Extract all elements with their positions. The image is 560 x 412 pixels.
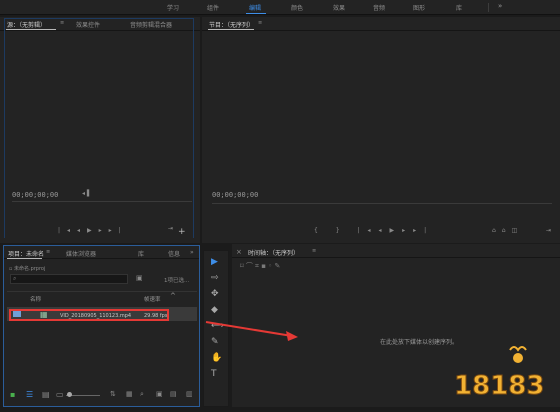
tab-media-browser[interactable]: 媒体浏览器 [66,249,96,258]
icon-view-icon[interactable]: ▤ [42,390,50,399]
workspace-tab-editing[interactable]: 编辑 [249,3,261,12]
pen-tool-icon[interactable]: ✎ [211,337,219,347]
program-monitor-panel: 节目：（无序列） ≡ 00;00;00;00 { } |◂◂▶▸▸| ⌂⌂◫ ⇥ [202,17,560,243]
list-view-icon[interactable]: ☰ [26,390,33,399]
track-select-tool-icon[interactable]: ⇨ [211,273,219,283]
freeform-view-icon[interactable]: ▭ [56,390,64,399]
tab-info[interactable]: 信息 [168,249,180,258]
selection-count: 1项已选... [164,278,190,284]
sort-icons-icon[interactable]: ⇅ [110,390,116,398]
workspace-tab-assembly[interactable]: 组件 [207,3,219,12]
project-panel: 项目：未命名 ≡ 媒体浏览器 库 信息 » ▫ 未命名.prproj ⌕ ▣ 1… [3,245,200,407]
column-header-framerate[interactable]: 帧速率 [144,295,161,303]
tab-libraries[interactable]: 库 [138,249,144,258]
program-panel-title[interactable]: 节目：（无序列） [209,20,254,29]
workspace-tab-graphics[interactable]: 图形 [413,3,425,12]
tab-project[interactable]: 项目：未命名 [8,249,44,258]
new-bin-bottom-icon[interactable]: ▣ [156,390,163,398]
find-icon[interactable]: ⌕ [140,390,144,399]
workspace-tab-color[interactable]: 颜色 [291,3,303,12]
ripple-edit-tool-icon[interactable]: ✥ [211,289,219,299]
tab-more-icon[interactable]: » [190,249,194,256]
program-button-editor-icon[interactable]: ⇥ [546,227,551,234]
workspace-tab-learn[interactable]: 学习 [167,3,179,12]
workspace-bar: 学习 组件 编辑 颜色 效果 音频 图形 库 » [0,0,560,15]
program-menu-icon[interactable]: ≡ [258,20,262,26]
workspace-more-icon[interactable]: » [498,2,502,10]
project-search-input[interactable]: ⌕ [10,274,128,284]
column-divider [7,291,197,292]
project-panel-header: 项目：未命名 ≡ 媒体浏览器 库 信息 » [4,246,199,259]
type-tool-icon[interactable]: T [211,369,217,379]
column-header-name[interactable]: 名称 [30,295,41,303]
source-monitor-focus-frame [4,18,194,238]
hand-tool-icon[interactable]: ✋ [211,353,222,363]
workspace-tab-libraries[interactable]: 库 [456,3,462,12]
project-menu-icon[interactable]: ≡ [46,249,50,255]
selection-highlight-box [9,309,169,321]
lock-icon[interactable]: ▪ [10,390,15,399]
timeline-drop-hint: 在此处放下媒体以创建序列。 [380,339,459,346]
tab-project-underline [7,258,42,259]
program-transport-controls[interactable]: { } |◂◂▶▸▸| [314,227,434,234]
program-time-ruler[interactable] [212,203,552,204]
program-panel-header: 节目：（无序列） ≡ [202,17,560,31]
automate-to-sequence-icon[interactable]: ▦ [126,390,133,398]
sort-ascending-icon[interactable]: ^ [170,292,176,300]
timeline-close-icon[interactable]: × [236,248,242,256]
project-breadcrumb: ▫ 未命名.prproj [9,266,46,272]
search-icon: ⌕ [13,275,17,282]
workspace-tab-effects[interactable]: 效果 [333,3,345,12]
new-bin-icon[interactable]: ▣ [136,274,143,282]
tools-panel: ▶ ⇨ ✥ ◆ ⟷ ✎ ✋ T [203,250,229,407]
timeline-panel-header: × 时间轴：（无序列） ≡ [232,244,560,258]
slip-tool-icon[interactable]: ⟷ [211,321,224,331]
workspace-active-underline [246,13,266,14]
watermark-text: 18183 [454,371,544,401]
trash-icon[interactable]: ▥ [186,390,193,398]
timeline-toolbar-icons[interactable]: ⌑ ⌒ ⌗ ▪ ◦ ✎ [240,261,280,271]
razor-tool-icon[interactable]: ◆ [211,305,218,315]
timeline-title[interactable]: 时间轴：（无序列） [248,248,299,257]
program-tab-underline [208,29,254,30]
timeline-menu-icon[interactable]: ≡ [312,248,316,254]
program-lift-extract-export[interactable]: ⌂⌂◫ [492,227,523,234]
program-timecode[interactable]: 00;00;00;00 [212,191,258,199]
new-item-icon[interactable]: ▤ [170,390,177,398]
workspace-separator [488,3,489,12]
workspace-tab-audio[interactable]: 音频 [373,3,385,12]
zoom-slider-handle[interactable] [67,392,72,397]
selection-tool-icon[interactable]: ▶ [211,257,218,267]
watermark-logo: 18183 [454,346,545,402]
